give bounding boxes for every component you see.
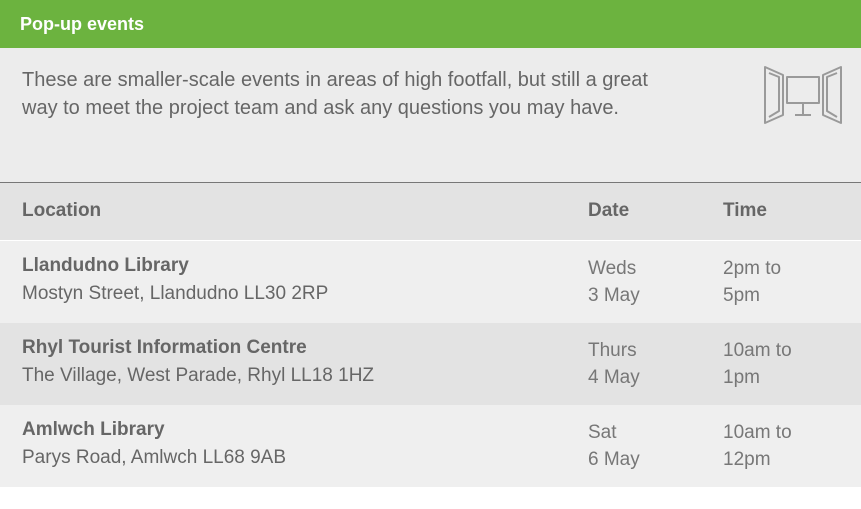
location-name: Rhyl Tourist Information Centre [22,337,307,358]
column-header-date: Date [588,200,630,221]
date-month: 3 May [588,285,640,306]
date-day: Weds [588,258,637,279]
location-address: The Village, West Parade, Rhyl LL18 1HZ [22,365,375,386]
time-end: 1pm [723,367,760,388]
time-start: 10am to [723,340,792,361]
exhibition-stand-icon [763,63,843,125]
table-row: Amlwch Library Parys Road, Amlwch LL68 9… [0,405,861,487]
time-start: 10am to [723,422,792,443]
time-end: 12pm [723,449,771,470]
intro-text: These are smaller-scale events in areas … [22,69,648,119]
table-header: Location Date Time [0,183,861,241]
intro-panel: These are smaller-scale events in areas … [0,48,861,183]
event-time: 10am to 1pm [723,337,843,391]
event-date: Weds 3 May [588,255,708,309]
section-header: Pop-up events [0,0,861,48]
time-start: 2pm to [723,258,782,279]
column-header-location: Location [22,200,102,221]
time-end: 5pm [723,285,760,306]
events-table: Location Date Time Llandudno Library Mos… [0,183,861,487]
table-row: Llandudno Library Mostyn Street, Llandud… [0,241,861,323]
date-day: Thurs [588,340,637,361]
event-date: Sat 6 May [588,419,708,473]
location-name: Amlwch Library [22,419,165,440]
location-name: Llandudno Library [22,255,189,276]
date-month: 6 May [588,449,640,470]
section-title: Pop-up events [20,13,145,34]
event-time: 10am to 12pm [723,419,843,473]
event-date: Thurs 4 May [588,337,708,391]
date-month: 4 May [588,367,640,388]
location-address: Parys Road, Amlwch LL68 9AB [22,447,287,468]
column-header-time: Time [723,200,768,221]
date-day: Sat [588,422,617,443]
table-row: Rhyl Tourist Information Centre The Vill… [0,323,861,405]
location-address: Mostyn Street, Llandudno LL30 2RP [22,283,329,304]
event-time: 2pm to 5pm [723,255,843,309]
